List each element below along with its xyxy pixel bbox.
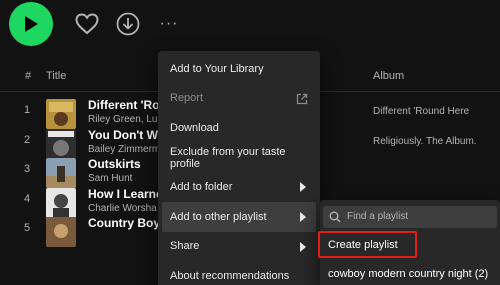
play-button[interactable] [9,2,53,46]
track-title[interactable]: You Don't Wa [88,128,164,142]
find-playlist-placeholder: Find a playlist [347,211,409,222]
annotation-highlight-box [318,231,417,258]
track-number: 4 [24,192,31,205]
menu-item-share[interactable]: Share [162,232,316,262]
track-number: 2 [24,133,31,146]
menu-item-add-to-other-playlist[interactable]: Add to other playlist [162,202,316,232]
more-options-icon: ··· [159,15,179,32]
download-icon [116,12,140,36]
menu-item-add-to-folder[interactable]: Add to folder [162,172,316,202]
track-number: 1 [24,104,31,116]
track-album[interactable]: Different 'Round Here [373,106,469,117]
track-album[interactable]: Religiously. The Album. [373,136,477,147]
menu-item-label: Exclude from your taste profile [170,145,286,170]
play-icon [25,16,38,32]
track-artist[interactable]: Riley Green, Lu [88,114,157,125]
track-number: 3 [24,163,31,175]
menu-item-label: Add to folder [170,181,233,194]
menu-item-about-recommendations[interactable]: About recommendations [162,261,316,285]
menu-item-add-to-library[interactable]: Add to Your Library [162,54,316,84]
menu-item-label: Add to other playlist [170,210,267,223]
chevron-right-icon [300,182,306,193]
track-number: 5 [24,222,31,234]
track-title[interactable]: Different 'Ro [88,98,160,112]
menu-item-label: Share [170,240,200,253]
menu-item-download[interactable]: Download [162,113,316,143]
menu-item-label: Report [170,92,204,105]
track-artist[interactable]: Sam Hunt [88,173,132,184]
album-art [46,217,76,247]
track-artist[interactable]: Charlie Worsha [88,203,157,214]
find-playlist-input[interactable]: Find a playlist [323,206,497,228]
playlist-item[interactable]: cowboy modern country night (2) [328,268,488,280]
track-artist[interactable]: Bailey Zimmerm [88,144,160,155]
like-button[interactable] [75,12,99,36]
heart-icon [75,13,99,35]
menu-item-label: Add to Your Library [170,62,264,75]
menu-item-label: About recommendations [170,269,290,282]
context-menu: Add to Your Library Report Download Excl… [158,51,320,285]
track-title[interactable]: How I Learne [88,187,163,201]
track-title[interactable]: Country Boy' [88,216,163,230]
more-options-button[interactable]: ··· [157,12,181,36]
header-title[interactable]: Title [46,70,66,82]
header-album[interactable]: Album [373,70,404,82]
menu-item-exclude-taste-profile[interactable]: Exclude from your taste profile [162,143,316,173]
download-button[interactable] [116,12,140,36]
chevron-right-icon [300,212,306,222]
track-title[interactable]: Outskirts [88,157,141,171]
chevron-right-icon [300,241,306,252]
header-number: # [25,70,32,82]
external-link-icon [296,93,308,104]
menu-item-label: Download [170,121,219,134]
menu-item-report[interactable]: Report [162,84,316,114]
search-icon [329,211,341,223]
